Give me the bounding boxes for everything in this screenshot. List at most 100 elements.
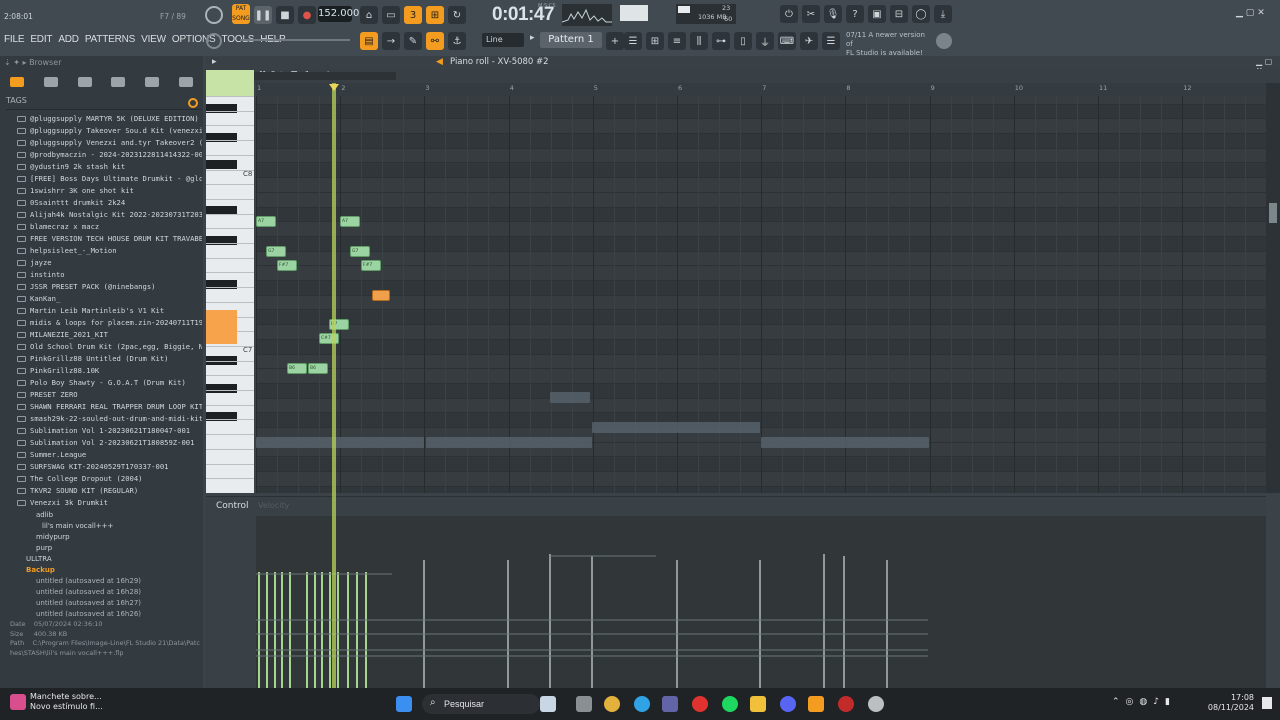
search-icon[interactable] [188,98,198,108]
widgets-icon[interactable] [576,696,592,712]
note[interactable]: F#7 [361,260,381,271]
stamp-tool-button[interactable]: ⚓ [448,32,466,50]
piano-roll-button[interactable]: ⊞ [646,32,664,50]
menu-edit[interactable]: EDIT [30,34,52,45]
piano-keyboard[interactable]: C8 C7 [206,96,254,493]
timeline-ruler[interactable]: 1 2 3 4 5 6 7 8 9 10 11 12 [256,83,1266,96]
add-pattern-button[interactable]: + [606,32,624,50]
list-item[interactable]: @pluggsupply Venezxi and.tyr Takeover2 (… [16,137,202,149]
edge-icon[interactable] [634,696,650,712]
note[interactable]: G7 [350,246,370,257]
hint-panel-button[interactable]: ☰ [822,32,840,50]
list-item[interactable]: 0Ssainttt drumkit 2k24 [16,197,202,209]
velocity-lane[interactable] [256,516,1266,688]
note-grid[interactable]: A7A7G7G7F#7F#7D7C#7B6B6 [256,96,1266,493]
list-item[interactable]: lil's main vocall+++ [26,521,202,532]
project-info-button[interactable]: ✈ [800,32,818,50]
download-button[interactable]: ⤓ [934,5,952,23]
loop-record-button[interactable]: ↻ [448,6,466,24]
list-item[interactable]: untitled (autosaved at 16h29) [26,576,202,587]
black-key[interactable] [206,160,237,169]
update-notice[interactable]: 07/11 A newer version of FL Studio is av… [846,31,930,58]
settings-icon[interactable] [868,696,884,712]
touch-keyboard-button[interactable]: ⌨ [778,32,796,50]
playhead[interactable] [332,83,336,688]
list-item[interactable]: PRESET ZERO [16,389,202,401]
list-item[interactable]: PinkGrillz88.10K [16,365,202,377]
tempo-display[interactable]: 152.000 [318,6,359,22]
task-view-icon[interactable] [540,696,556,712]
list-item[interactable]: Old School Drum Kit (2pac,egg, Biggie, N… [16,341,202,353]
mixer-button[interactable]: ⫼ [690,32,708,50]
draw-tool-button[interactable]: ✎ [404,32,422,50]
chrome-icon[interactable] [604,696,620,712]
playhead-marker-icon[interactable] [329,84,339,91]
browser-tab-all[interactable] [9,77,24,87]
list-item[interactable]: untitled (autosaved at 16h27) [26,598,202,609]
tags-bar[interactable]: TAGS [6,96,201,110]
audio-input-button[interactable]: 🎙 [824,5,842,23]
pat-song-toggle[interactable]: PAT SONG [232,4,250,24]
list-item[interactable]: untitled (autosaved at 16h26) [26,609,202,620]
browser-tab-plugins[interactable] [77,77,92,87]
wait-input-button[interactable]: ▭ [382,6,400,24]
note[interactable]: B6 [308,363,328,374]
list-item[interactable]: TKVR2 SOUND KIT (REGULAR) [16,485,202,497]
notification-icon[interactable] [1262,697,1272,709]
save-button[interactable]: ▣ [868,5,886,23]
list-item[interactable]: The College Dropout (2004) [16,473,202,485]
black-key[interactable] [206,384,237,393]
mixer-tool-button[interactable]: ✂ [802,5,820,23]
windows-start-icon[interactable] [396,696,412,712]
opera-icon[interactable] [692,696,708,712]
note[interactable]: A7 [256,216,276,227]
taskbar-clock[interactable]: 17:08 08/11/2024 [1204,693,1254,713]
list-item[interactable]: instinto [16,269,202,281]
note[interactable]: F#7 [277,260,297,271]
scroll-thumb[interactable] [1269,203,1277,223]
browser-tab-starred[interactable] [179,77,194,87]
menu-view[interactable]: VIEW [141,34,166,45]
list-item[interactable]: SHAWN FERRARI REAL TRAPPER DRUM LOOP KIT [16,401,202,413]
pattern-selector[interactable]: Pattern 1 [540,32,602,48]
list-item[interactable]: untitled (autosaved at 16h28) [26,587,202,598]
menu-patterns[interactable]: PATTERNS [85,34,135,45]
channel-settings-button[interactable]: ⊶ [712,32,730,50]
teams-icon[interactable] [662,696,678,712]
browser-tab-files[interactable] [43,77,58,87]
list-item[interactable]: Martin Leib Martinleib's V1 Kit [16,305,202,317]
minimize-icon[interactable]: ▁ [1236,8,1243,18]
file-explorer-icon[interactable] [750,696,766,712]
list-item[interactable]: Summer.League [16,449,202,461]
list-item[interactable]: PinkGrillz88 Untitled (Drum Kit) [16,353,202,365]
update-icon[interactable] [936,33,952,49]
menu-file[interactable]: FILE [4,34,25,45]
online-button[interactable]: ⏻ [780,5,798,23]
list-item[interactable]: Alijah4k Nostalgic Kit 2022-20230731T203… [16,209,202,221]
close-icon[interactable]: ✕ [1257,8,1265,18]
metronome-button[interactable]: ⌂ [360,6,378,24]
piano-roll-titlebar[interactable]: ▸ ◀ Piano roll - XV-5080 #2 ▁ ▢ ✕ [206,56,1280,75]
master-pitch-knob[interactable] [206,33,222,49]
note[interactable]: A7 [340,216,360,227]
list-item[interactable]: KanKan_ [16,293,202,305]
browser-button[interactable]: ▯ [734,32,752,50]
list-item[interactable]: @prodbymaczin - 2024-2023122811414322-00… [16,149,202,161]
list-item[interactable]: @ydustin9 2k stash kit [16,161,202,173]
pattern-arrow-icon[interactable]: ▸ [530,33,535,43]
list-item[interactable]: SURFSWAG KIT-20240529T170337-001 [16,461,202,473]
list-item[interactable]: Sublimation Vol 1-20230621T180047-001 [16,425,202,437]
vertical-scrollbar[interactable] [1266,83,1280,493]
list-item[interactable]: 1swishrr 3K one shot kit [16,185,202,197]
play-button[interactable]: ❚❚ [254,6,272,24]
snap-selector[interactable]: Line [482,33,524,47]
stop-button[interactable]: ■ [276,6,294,24]
piano-roll-menu-icon[interactable]: ▸ [212,57,217,67]
channel-rack-button[interactable]: ≡ [668,32,686,50]
master-volume-knob[interactable] [205,6,223,24]
piano-roll-view-button[interactable]: ▤ [360,32,378,50]
list-item[interactable]: adlib [26,510,202,521]
help-button[interactable]: ? [846,5,864,23]
countdown-button[interactable]: 3 [404,6,422,24]
paint-tool-button[interactable]: ⚯ [426,32,444,50]
